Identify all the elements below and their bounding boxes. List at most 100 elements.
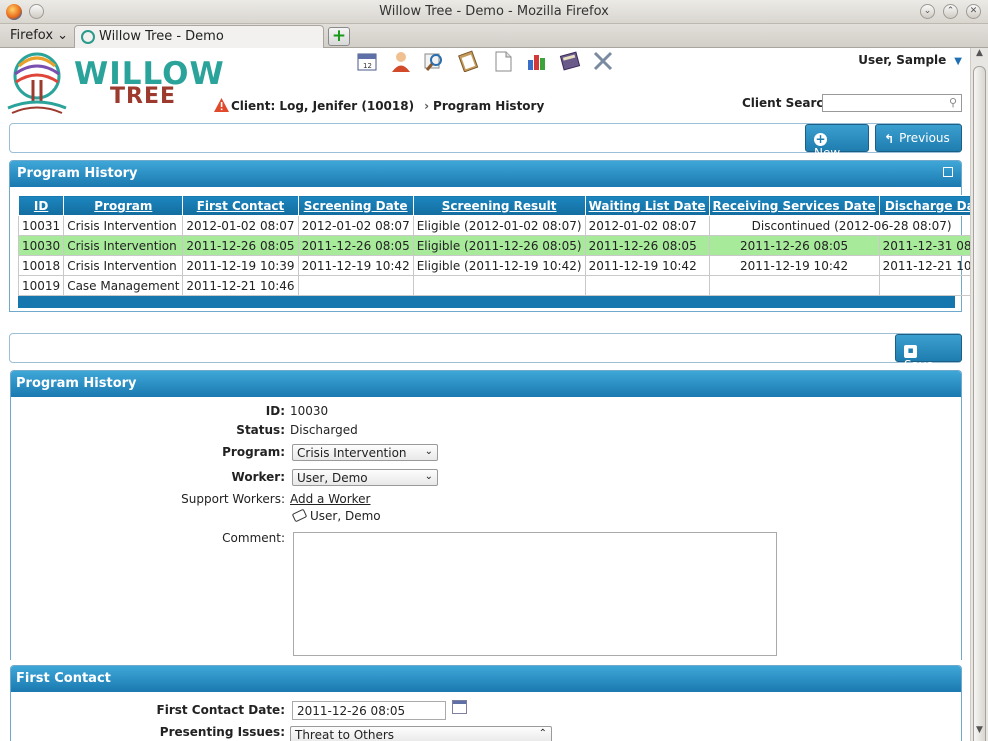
- status-label: Status:: [236, 423, 285, 437]
- breadcrumb-separator-icon: ›: [424, 99, 430, 113]
- new-button-label: New: [814, 146, 841, 160]
- program-history-list-panel: Program History ID Program First Contact Sc…: [9, 160, 970, 312]
- save-button[interactable]: ▪Save: [895, 334, 962, 372]
- new-tab-button[interactable]: +: [328, 27, 350, 46]
- book-icon[interactable]: [559, 50, 581, 72]
- presenting-issues-select[interactable]: Threat to Others ⌃: [290, 726, 552, 741]
- scroll-up-icon[interactable]: ▲: [971, 48, 988, 64]
- table-cell-discharge: [878, 275, 970, 296]
- table-cell-screening-result: Eligible (2011-12-26 08:05): [412, 235, 586, 256]
- column-header[interactable]: Screening Date: [297, 195, 414, 216]
- magnifier-icon[interactable]: ⚲: [949, 96, 957, 109]
- program-select-value: Crisis Intervention: [297, 446, 407, 460]
- table-row[interactable]: 10018 Crisis Intervention 2011-12-19 10:39…: [17, 255, 970, 276]
- table-row[interactable]: 10030 Crisis Intervention 2011-12-26 08:05…: [17, 235, 970, 256]
- window-title: Willow Tree - Demo - Mozilla Firefox: [379, 4, 609, 19]
- back-arrow-icon: ↰: [884, 132, 895, 146]
- table-cell-program: Crisis Intervention: [63, 255, 184, 276]
- table-cell-waiting-list: [584, 275, 710, 296]
- svg-text:12: 12: [363, 62, 372, 70]
- column-header[interactable]: First Contact: [182, 195, 299, 216]
- table-cell-id: 10031: [17, 215, 65, 236]
- column-header[interactable]: Screening Result: [412, 195, 586, 216]
- page-scrollbar[interactable]: ▲ ▼: [970, 48, 988, 741]
- table-cell-first-contact: 2011-12-26 08:05: [182, 235, 299, 256]
- search-icon[interactable]: [423, 50, 445, 72]
- tools-icon[interactable]: [592, 50, 614, 72]
- calendar-picker-icon[interactable]: [452, 700, 467, 714]
- column-header[interactable]: Waiting List Date: [584, 195, 710, 216]
- caret-down-icon: ▼: [954, 56, 962, 67]
- chart-icon[interactable]: [526, 50, 548, 72]
- user-icon[interactable]: [390, 50, 412, 72]
- first-contact-date-label: First Contact Date:: [156, 703, 285, 717]
- browser-tab[interactable]: Willow Tree - Demo: [74, 25, 324, 48]
- firefox-menu[interactable]: Firefox ⌄: [10, 28, 68, 43]
- user-menu[interactable]: User, Sample ▼: [858, 53, 962, 67]
- table-cell-waiting-list: 2012-01-02 08:07: [584, 215, 710, 236]
- new-button[interactable]: +New: [805, 124, 869, 160]
- scroll-thumb[interactable]: [973, 66, 986, 741]
- support-worker-name: User, Demo: [310, 509, 381, 523]
- popout-icon[interactable]: [943, 167, 953, 177]
- program-select[interactable]: Crisis Intervention ⌄: [292, 444, 438, 461]
- comment-textarea[interactable]: [293, 532, 777, 656]
- presenting-issues-value: Threat to Others: [295, 728, 395, 741]
- table-cell-id: 10030: [17, 235, 65, 256]
- client-breadcrumb: Client: Log, Jenifer (10018) › Program His…: [214, 96, 544, 113]
- worker-select[interactable]: User, Demo ⌄: [292, 469, 438, 486]
- table-cell-receiving: 2011-12-19 10:42: [708, 255, 880, 276]
- client-log-link[interactable]: Client: Log, Jenifer (10018): [231, 99, 414, 113]
- chevron-down-icon: ⌄: [424, 471, 433, 482]
- first-contact-date-input[interactable]: 2011-12-26 08:05: [292, 701, 446, 720]
- save-action-bar: ▪Save: [9, 333, 962, 372]
- column-header[interactable]: Discharge Date: [878, 195, 970, 216]
- willow-tree-logo[interactable]: WILLOW TREE: [4, 50, 224, 114]
- table-cell-program: Crisis Intervention: [63, 235, 184, 256]
- table-cell-program: Crisis Intervention: [63, 215, 184, 236]
- close-icon[interactable]: ✕: [966, 4, 981, 19]
- maximize-icon[interactable]: ⌃: [943, 4, 958, 19]
- worker-label: Worker:: [231, 470, 285, 484]
- column-header[interactable]: ID: [17, 195, 65, 216]
- table-cell-first-contact: 2011-12-19 10:39: [182, 255, 299, 276]
- client-search-input[interactable]: ⚲: [822, 94, 962, 112]
- id-value: 10030: [290, 404, 329, 418]
- logo-tree-text: TREE: [110, 84, 177, 109]
- user-name: User, Sample: [858, 53, 947, 67]
- document-icon[interactable]: [492, 50, 514, 72]
- add-worker-link[interactable]: Add a Worker: [290, 492, 371, 506]
- calendar-icon[interactable]: 12: [356, 50, 378, 72]
- table-cell-screening-date: [297, 275, 414, 296]
- page-viewport: WILLOW TREE 12 User, Sample ▼ Client: Lo…: [0, 48, 970, 741]
- scroll-down-icon[interactable]: ▼: [971, 725, 988, 741]
- presenting-issues-label: Presenting Issues:: [159, 725, 285, 739]
- chevron-down-icon: ⌄: [57, 28, 69, 43]
- client-search-label: Client Search: [742, 96, 833, 110]
- table-cell-id: 10019: [17, 275, 65, 296]
- eraser-icon[interactable]: [291, 508, 308, 523]
- table-cell-first-contact: 2011-12-21 10:46: [182, 275, 299, 296]
- column-header[interactable]: Program: [63, 195, 184, 216]
- warning-icon: [214, 98, 229, 112]
- minimize-icon[interactable]: ⌄: [920, 4, 935, 19]
- table-row[interactable]: 10031 Crisis Intervention 2012-01-02 08:07…: [17, 215, 970, 236]
- table-cell-screening-date: 2011-12-26 08:05: [297, 235, 414, 256]
- table-cell-waiting-list: 2011-12-26 08:05: [584, 235, 710, 256]
- clipboard-icon[interactable]: [457, 50, 479, 72]
- table-cell-id: 10018: [17, 255, 65, 276]
- table-cell-receiving: Discontinued (2012-06-28 08:07): [708, 215, 970, 236]
- table-cell-discharge: 2011-12-21 10:46: [878, 255, 970, 276]
- table-row[interactable]: 10019 Case Management 2011-12-21 10:46: [17, 275, 970, 296]
- previous-button-label: Previous: [899, 131, 950, 145]
- column-header[interactable]: Receiving Services Date: [708, 195, 880, 216]
- previous-button[interactable]: ↰ Previous: [875, 124, 962, 152]
- breadcrumb-current: Program History: [433, 99, 545, 113]
- first-contact-title: First Contact: [11, 666, 961, 692]
- id-label: ID:: [265, 404, 285, 418]
- table-cell-program: Case Management: [63, 275, 184, 296]
- top-action-bar: +New ↰ Previous: [9, 123, 962, 160]
- firefox-menu-label: Firefox: [10, 28, 54, 43]
- program-label: Program:: [222, 445, 285, 459]
- panel-title: Program History: [10, 161, 961, 187]
